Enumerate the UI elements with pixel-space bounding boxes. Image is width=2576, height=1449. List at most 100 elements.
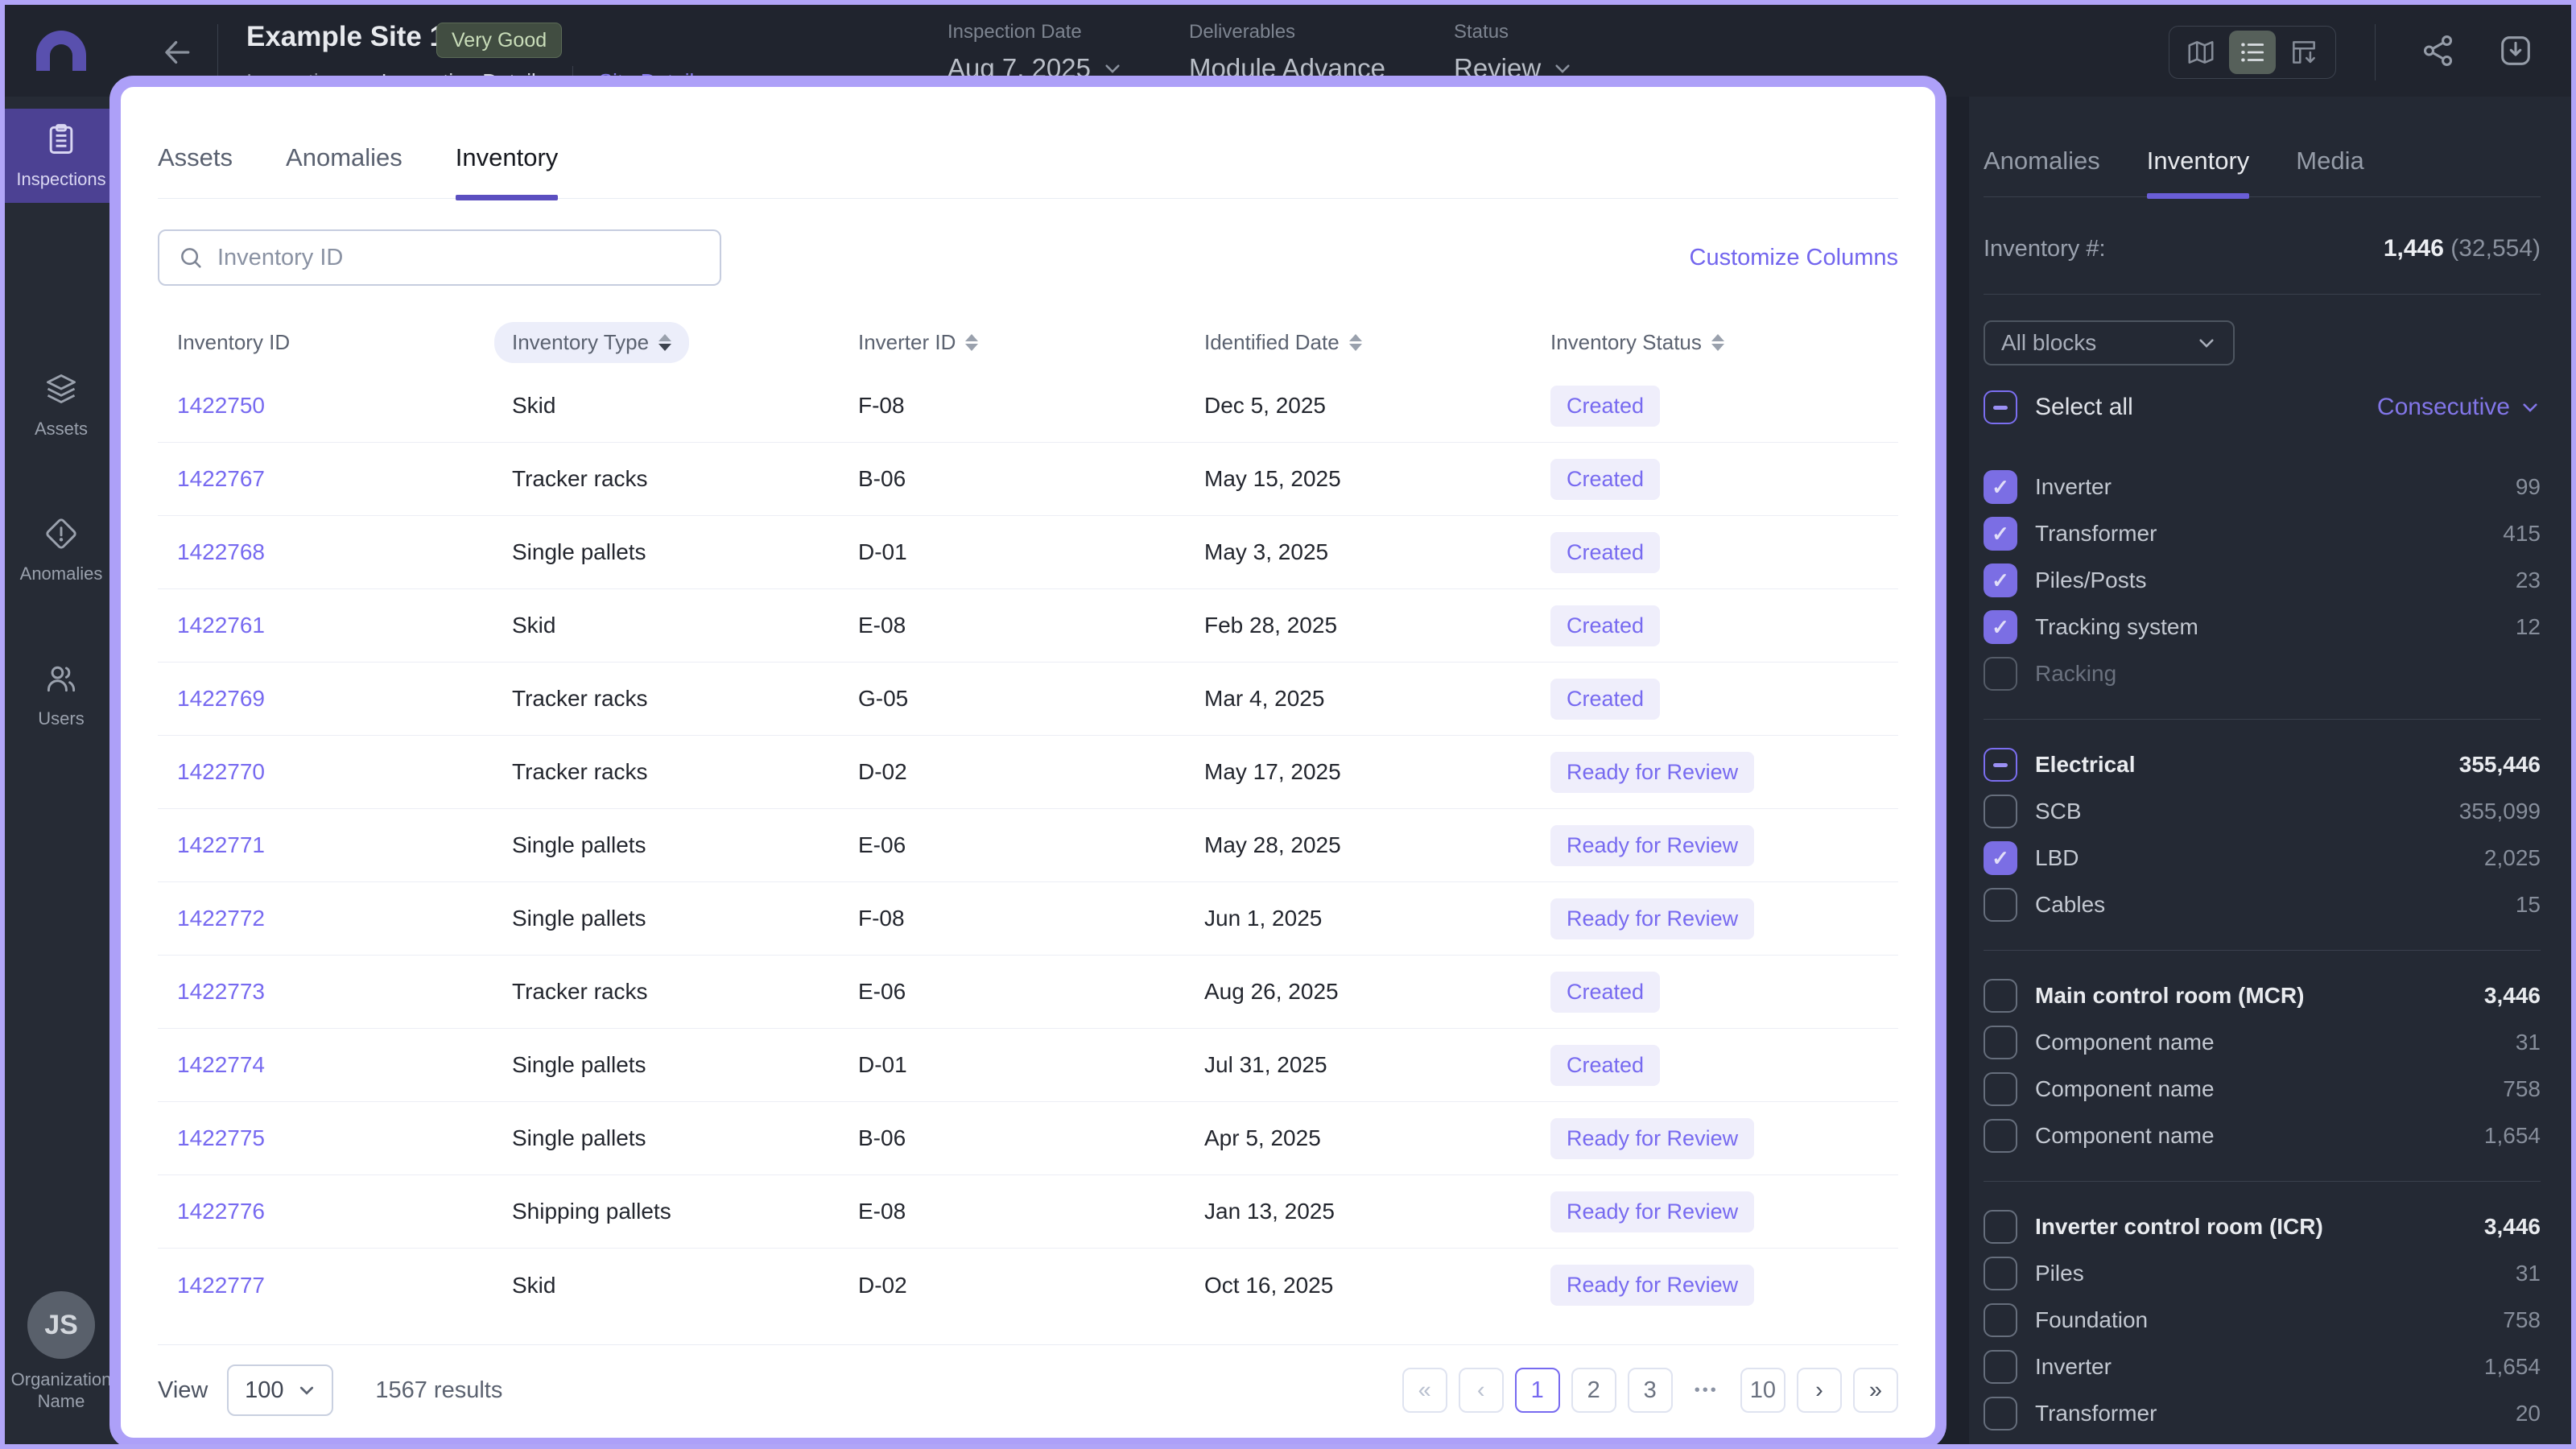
checkbox-main-control-room-mcr-[interactable] [1984, 979, 2017, 1013]
checkbox-piles-posts[interactable]: ✓ [1984, 564, 2017, 597]
status-field: Status Review [1454, 21, 1573, 84]
sidebar-item-label: Anomalies [19, 564, 103, 584]
pagination-page-3[interactable]: 3 [1627, 1368, 1673, 1413]
inventory-id-link[interactable]: 1422769 [177, 686, 512, 712]
component-row-transformer: ✓ Transformer 415 [1984, 510, 2541, 557]
component-label: Inverter control room (ICR) [2035, 1214, 2323, 1239]
checkbox-inverter[interactable]: ✓ [1984, 470, 2017, 504]
pagination-page-10[interactable]: 10 [1740, 1368, 1785, 1413]
consecutive-dropdown[interactable]: Consecutive [2377, 394, 2541, 421]
checkbox-piles[interactable] [1984, 1257, 2017, 1290]
component-row-lbd: ✓ LBD 2,025 [1984, 835, 2541, 881]
tab-inventory[interactable]: Inventory [455, 143, 558, 200]
component-label: Foundation [2035, 1307, 2149, 1332]
pagination-next[interactable]: › [1797, 1368, 1842, 1413]
results-count: 1567 results [375, 1377, 503, 1403]
app-logo[interactable] [5, 5, 118, 97]
select-all-checkbox[interactable] [1984, 390, 2017, 424]
page-size-select[interactable]: 100 [227, 1364, 334, 1416]
users-icon [43, 661, 79, 700]
component-label: SCB [2035, 799, 2082, 824]
customize-columns-link[interactable]: Customize Columns [1690, 245, 1898, 271]
status-badge: Ready for Review [1550, 751, 1755, 793]
avatar[interactable]: JS [27, 1291, 95, 1359]
sidebar-item-inspections[interactable]: Inspections [5, 109, 118, 203]
checkbox-tracking-system[interactable]: ✓ [1984, 610, 2017, 644]
inverter-id-cell: B-06 [858, 1125, 906, 1150]
inventory-id-link[interactable]: 1422777 [177, 1273, 512, 1298]
component-label: Piles [2035, 1261, 2084, 1286]
checkbox-transformer[interactable] [1984, 1397, 2017, 1430]
sort-icon[interactable] [965, 333, 979, 351]
column-header-identified-date[interactable]: Identified Date [1204, 330, 1550, 355]
inventory-type-cell: Tracker racks [512, 466, 648, 491]
active-sort-pill[interactable]: Inventory Type [494, 321, 690, 363]
checkbox-inverter[interactable] [1984, 1350, 2017, 1384]
checkbox-transformer[interactable]: ✓ [1984, 517, 2017, 551]
inventory-id-link[interactable]: 1422770 [177, 759, 512, 785]
inventory-id-link[interactable]: 1422773 [177, 979, 512, 1005]
download-icon[interactable] [2497, 32, 2536, 71]
sort-icon[interactable] [1348, 333, 1362, 351]
inventory-id-link[interactable]: 1422767 [177, 466, 512, 492]
inventory-id-link[interactable]: 1422771 [177, 832, 512, 858]
inventory-id-link[interactable]: 1422761 [177, 613, 512, 638]
compare-view-icon[interactable] [2281, 31, 2327, 74]
column-header-inventory-type[interactable]: Inventory Type [494, 321, 858, 363]
view-label: View [158, 1377, 208, 1403]
identified-date-cell: May 15, 2025 [1204, 466, 1341, 491]
identified-date-cell: Dec 5, 2025 [1204, 393, 1326, 418]
pagination-first[interactable]: « [1402, 1368, 1447, 1413]
checkbox-component-name[interactable] [1984, 1026, 2017, 1059]
search-input[interactable] [217, 244, 702, 271]
sort-icon[interactable] [658, 333, 672, 351]
sidebar-item-anomalies[interactable]: Anomalies [5, 503, 118, 597]
panel-tab-anomalies[interactable]: Anomalies [1984, 147, 2100, 196]
tab-anomalies[interactable]: Anomalies [286, 143, 402, 198]
checkbox-scb[interactable] [1984, 795, 2017, 828]
inventory-id-link[interactable]: 1422776 [177, 1199, 512, 1224]
list-view-icon[interactable] [2229, 31, 2276, 74]
inventory-status-cell: Created [1550, 458, 1880, 500]
checkbox-component-name[interactable] [1984, 1072, 2017, 1106]
inventory-id-link[interactable]: 1422774 [177, 1052, 512, 1078]
inventory-id-link[interactable]: 1422772 [177, 906, 512, 931]
checkbox-racking[interactable] [1984, 657, 2017, 691]
tab-assets[interactable]: Assets [158, 143, 233, 198]
inspection-detail-card: Assets Anomalies Inventory Customize Colum… [109, 76, 1946, 1444]
sidebar-item-assets[interactable]: Assets [5, 358, 118, 452]
pagination-page-2[interactable]: 2 [1571, 1368, 1616, 1413]
pagination-last[interactable]: » [1853, 1368, 1898, 1413]
block-filter-value: All blocks [2001, 330, 2097, 355]
inventory-type-cell: Skid [512, 1272, 556, 1298]
chevron-down-icon [2199, 339, 2214, 348]
identified-date-cell: May 28, 2025 [1204, 832, 1341, 857]
back-button[interactable] [159, 35, 195, 70]
sort-icon[interactable] [1711, 333, 1724, 351]
checkbox-inverter-control-room-icr-[interactable] [1984, 1210, 2017, 1244]
inventory-id-link[interactable]: 1422775 [177, 1125, 512, 1151]
checkbox-lbd[interactable]: ✓ [1984, 841, 2017, 875]
component-row-inverter-control-room-icr-: Inverter control room (ICR) 3,446 [1984, 1203, 2541, 1250]
checkbox-component-name[interactable] [1984, 1119, 2017, 1153]
column-header-inventory-status[interactable]: Inventory Status [1550, 330, 1880, 355]
block-filter-select[interactable]: All blocks [1984, 320, 2235, 365]
panel-tab-inventory[interactable]: Inventory [2146, 147, 2249, 199]
share-icon[interactable] [2420, 32, 2458, 71]
component-label: Cables [2035, 892, 2106, 917]
column-header-inverter-id[interactable]: Inverter ID [858, 330, 1204, 355]
panel-tab-media[interactable]: Media [2296, 147, 2363, 196]
inventory-id-link[interactable]: 1422768 [177, 539, 512, 565]
component-row-piles-posts: ✓ Piles/Posts 23 [1984, 557, 2541, 604]
sidebar-item-users[interactable]: Users [5, 648, 118, 742]
map-view-icon[interactable] [2178, 31, 2224, 74]
checkbox-cables[interactable] [1984, 888, 2017, 922]
checkbox-foundation[interactable] [1984, 1303, 2017, 1337]
inventory-status-cell: Created [1550, 1044, 1880, 1086]
status-badge: Created [1550, 385, 1661, 427]
inverter-id-cell: E-08 [858, 1199, 906, 1224]
pagination-prev[interactable]: ‹ [1458, 1368, 1504, 1413]
inventory-id-link[interactable]: 1422750 [177, 393, 512, 419]
checkbox-electrical[interactable] [1984, 748, 2017, 782]
pagination-page-1[interactable]: 1 [1514, 1368, 1560, 1413]
